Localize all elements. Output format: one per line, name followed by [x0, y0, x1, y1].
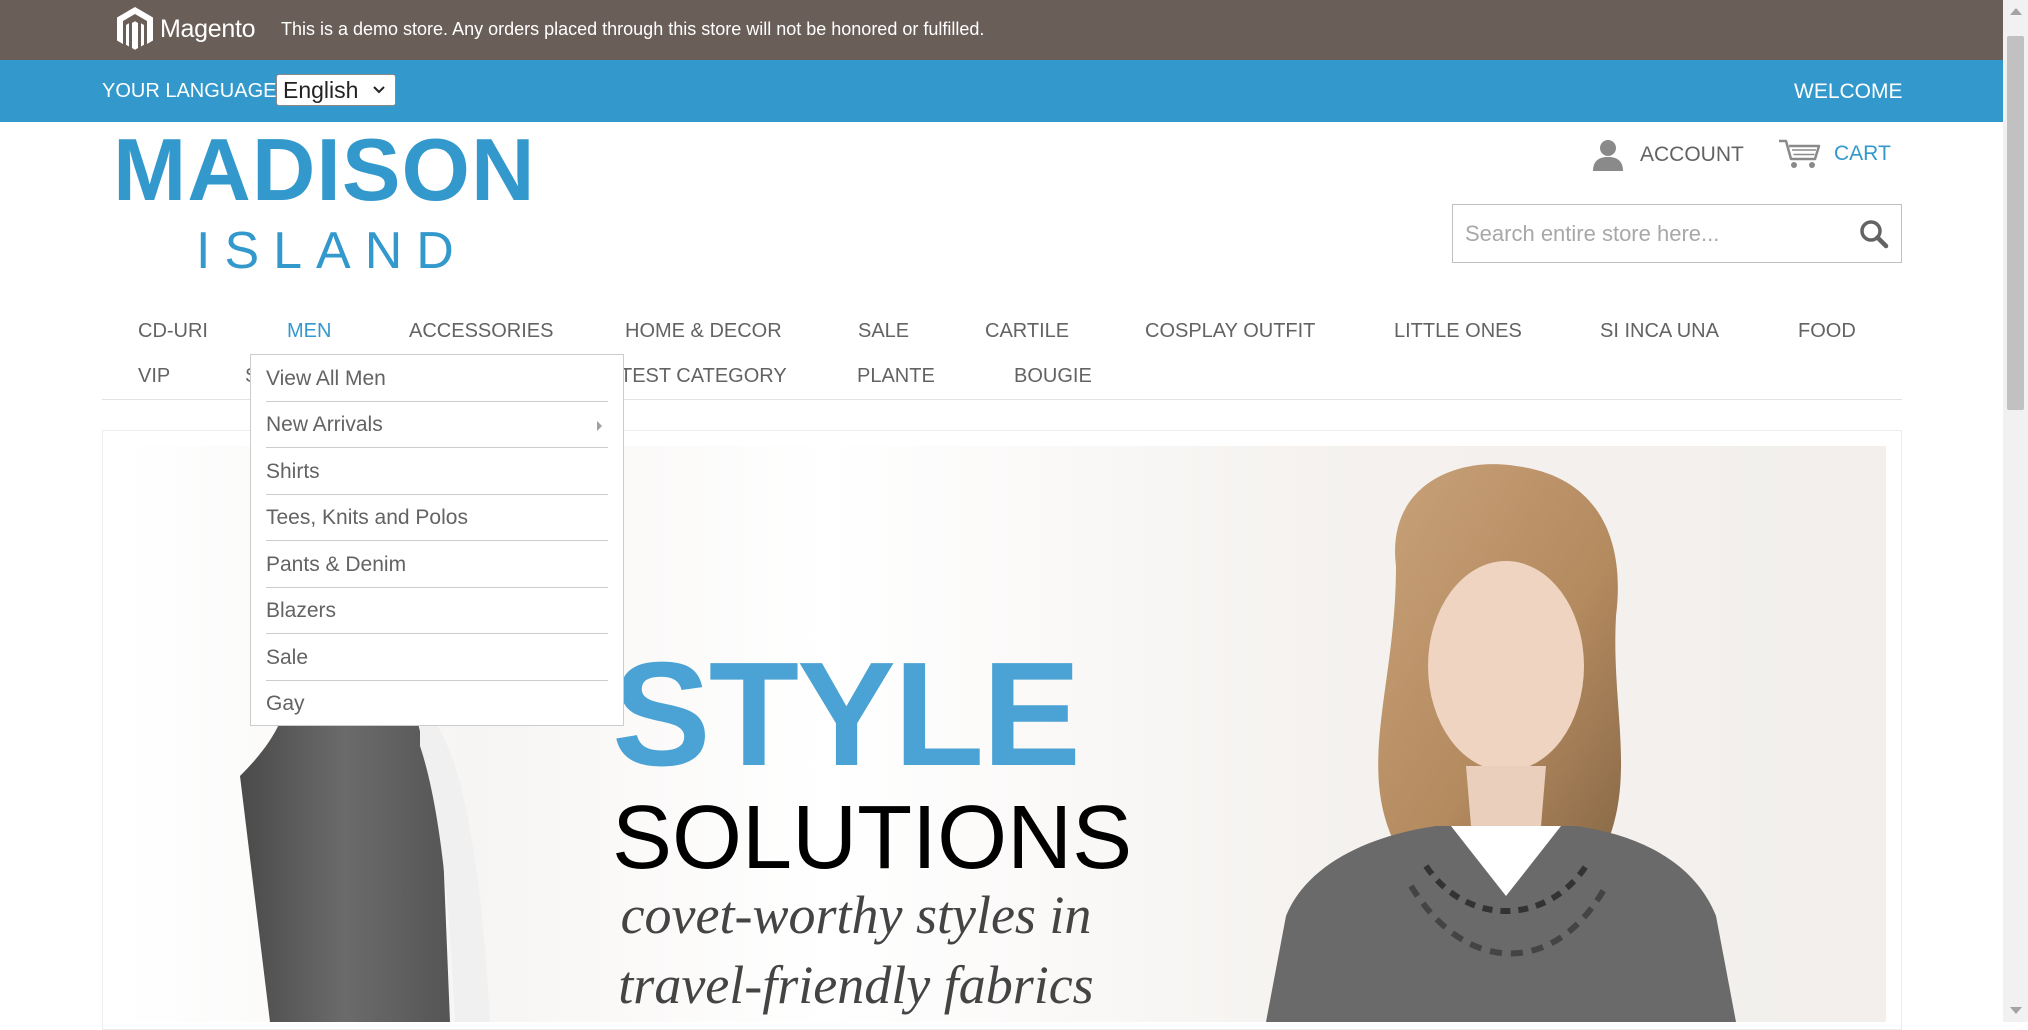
magento-wordmark: Magento [160, 14, 256, 43]
dropdown-item-label: Pants & Denim [266, 553, 407, 576]
scrollbar-thumb[interactable] [2007, 36, 2024, 410]
hero-tagline-line1: covet-worthy styles in [620, 885, 1092, 945]
men-dropdown-menu: View All Men New Arrivals Shirts Tees, K… [250, 354, 624, 726]
hero-right-model-image [1266, 464, 1736, 1022]
magento-icon [117, 7, 153, 50]
search-input[interactable] [1465, 217, 1835, 251]
dropdown-item-blazers[interactable]: Blazers [266, 588, 608, 634]
dropdown-item-tees-knits-polos[interactable]: Tees, Knits and Polos [266, 495, 608, 541]
nav-item-test-category[interactable]: TEST CATEGORY [620, 365, 787, 388]
language-selected-value: English [283, 77, 359, 103]
dropdown-item-label: New Arrivals [266, 413, 383, 436]
demo-notice-bar: Magento This is a demo store. Any orders… [0, 0, 2003, 60]
nav-item-bougie[interactable]: BOUGIE [1014, 365, 1092, 388]
dropdown-item-new-arrivals[interactable]: New Arrivals [266, 402, 608, 448]
dropdown-item-view-all-men[interactable]: View All Men [266, 356, 608, 402]
scroll-up-arrow-icon[interactable] [2010, 8, 2022, 15]
demo-notice-text: This is a demo store. Any orders placed … [281, 19, 985, 39]
dropdown-item-label: Sale [266, 646, 309, 669]
nav-item-vip[interactable]: VIP [138, 365, 170, 388]
nav-item-cartile[interactable]: CARTILE [985, 320, 1069, 343]
nav-item-home-decor[interactable]: HOME & DECOR [625, 320, 782, 343]
chevron-down-icon [373, 86, 385, 94]
nav-item-sale[interactable]: SALE [858, 320, 909, 343]
page-scrollbar[interactable] [2003, 0, 2028, 1022]
nav-item-cosplay-outfit[interactable]: COSPLAY OUTFIT [1145, 320, 1315, 343]
dropdown-item-sale[interactable]: Sale [266, 635, 608, 681]
chevron-right-icon [597, 421, 602, 431]
hero-title: STYLE [612, 632, 1081, 797]
language-bar: YOUR LANGUAGE: English WELCOME [0, 60, 2003, 122]
store-logo-island[interactable]: ISLAND [196, 223, 468, 279]
nav-item-little-ones[interactable]: LITTLE ONES [1394, 320, 1522, 343]
search-icon[interactable] [1857, 217, 1891, 251]
account-label: ACCOUNT [1640, 143, 1744, 166]
magento-logo: Magento [115, 6, 256, 52]
cart-label: CART [1834, 142, 1891, 165]
dropdown-item-gay[interactable]: Gay [266, 681, 608, 727]
language-select[interactable]: English [276, 74, 396, 106]
dropdown-item-label: View All Men [266, 367, 386, 390]
dropdown-item-label: Tees, Knits and Polos [266, 506, 468, 529]
cart-icon [1779, 139, 1821, 168]
nav-item-si-inca-una[interactable]: SI INCA UNA [1600, 320, 1719, 343]
language-label: YOUR LANGUAGE: [102, 80, 283, 102]
hero-tagline: covet-worthy styles in travel-friendly f… [586, 880, 1126, 1020]
account-link[interactable]: ACCOUNT [1590, 138, 1744, 172]
store-logo-madison[interactable]: MADISON [113, 125, 536, 215]
nav-item-accessories[interactable]: ACCESSORIES [409, 320, 553, 343]
nav-item-men[interactable]: MEN [287, 320, 331, 343]
welcome-message: WELCOME [1794, 80, 1903, 103]
cart-link[interactable]: CART [1778, 138, 1891, 170]
nav-item-cd-uri[interactable]: CD-URI [138, 320, 208, 343]
nav-item-plante[interactable]: PLANTE [857, 365, 935, 388]
user-icon [1593, 140, 1623, 171]
dropdown-item-label: Blazers [266, 599, 337, 622]
dropdown-item-label: Shirts [266, 460, 320, 483]
dropdown-item-shirts[interactable]: Shirts [266, 449, 608, 495]
nav-item-food[interactable]: FOOD [1798, 320, 1856, 343]
dropdown-item-pants-denim[interactable]: Pants & Denim [266, 542, 608, 588]
scroll-down-arrow-icon[interactable] [2010, 1007, 2022, 1014]
dropdown-item-label: Gay [266, 692, 305, 715]
hero-subtitle: SOLUTIONS [612, 788, 1133, 888]
hero-tagline-line2: travel-friendly fabrics [618, 955, 1094, 1015]
search-box [1452, 204, 1902, 263]
